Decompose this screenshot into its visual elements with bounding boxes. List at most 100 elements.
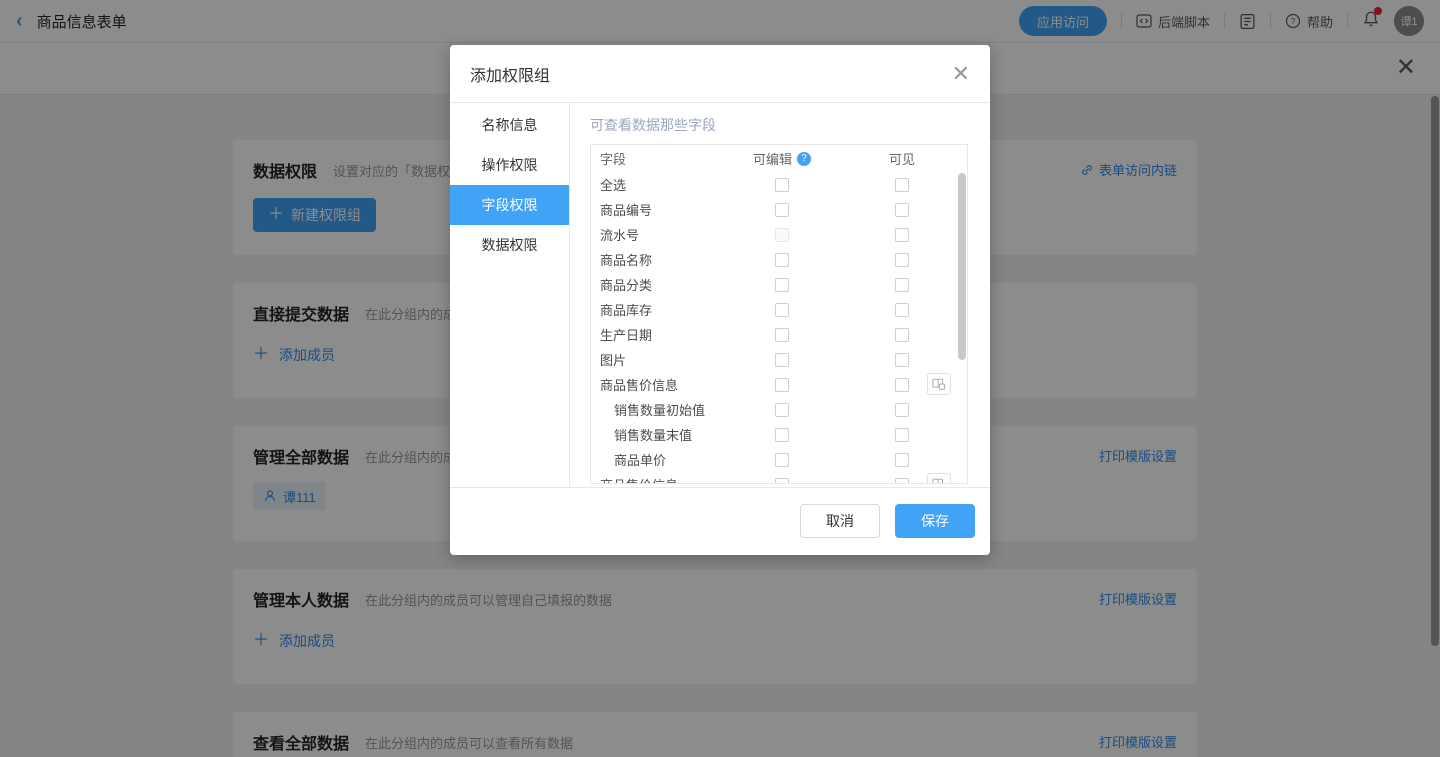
field-label: 商品售价信息: [600, 372, 678, 397]
editable-cell: [747, 378, 817, 392]
visible-checkbox[interactable]: [895, 403, 909, 417]
field-row: 图片: [591, 347, 967, 372]
visible-cell: [867, 228, 937, 242]
subform-icon-button[interactable]: [927, 473, 951, 484]
visible-cell: [867, 353, 937, 367]
editable-cell: [747, 178, 817, 192]
modal-close-icon[interactable]: ✕: [952, 63, 970, 85]
col-field: 字段: [600, 145, 626, 172]
field-table-body: 字段 可编辑 ? 可见 全选商品编号流水号商品名称商品分类商品库存生产日期图片商…: [591, 145, 967, 484]
editable-checkbox[interactable]: [775, 278, 789, 292]
panel-label: 可查看数据那些字段: [590, 115, 968, 135]
table-scrollbar[interactable]: [958, 146, 966, 484]
visible-checkbox[interactable]: [895, 353, 909, 367]
visible-checkbox[interactable]: [895, 328, 909, 342]
tab-data-permission[interactable]: 数据权限: [450, 225, 569, 265]
field-label: 全选: [600, 172, 626, 197]
modal-title: 添加权限组: [470, 62, 550, 86]
editable-checkbox[interactable]: [775, 403, 789, 417]
editable-cell: [747, 353, 817, 367]
cancel-button[interactable]: 取消: [800, 504, 880, 538]
visible-checkbox[interactable]: [895, 378, 909, 392]
table-scrollbar-thumb[interactable]: [958, 173, 966, 360]
field-table-header: 字段 可编辑 ? 可见: [591, 145, 967, 172]
tab-operation-permission[interactable]: 操作权限: [450, 145, 569, 185]
field-label: 商品库存: [600, 297, 652, 322]
help-question-icon[interactable]: ?: [797, 152, 811, 166]
field-label: 商品编号: [600, 197, 652, 222]
field-row: 商品分类: [591, 272, 967, 297]
editable-cell: [747, 278, 817, 292]
field-row: 销售数量初始值: [591, 397, 967, 422]
visible-checkbox[interactable]: [895, 253, 909, 267]
editable-checkbox: [775, 228, 789, 242]
col-editable-label: 可编辑: [753, 149, 792, 168]
modal-body: 名称信息 操作权限 字段权限 数据权限 可查看数据那些字段 字段 可编辑 ? 可…: [450, 103, 990, 487]
field-label: 商品分类: [600, 272, 652, 297]
field-row: 生产日期: [591, 322, 967, 347]
add-permission-group-modal: 添加权限组 ✕ 名称信息 操作权限 字段权限 数据权限 可查看数据那些字段 字段…: [450, 45, 990, 555]
visible-cell: [867, 403, 937, 417]
visible-cell: [867, 303, 937, 317]
visible-checkbox[interactable]: [895, 303, 909, 317]
tab-field-permission[interactable]: 字段权限: [450, 185, 569, 225]
field-label: 流水号: [600, 222, 639, 247]
field-label: 商品单价: [614, 447, 666, 472]
editable-checkbox[interactable]: [775, 478, 789, 485]
visible-checkbox[interactable]: [895, 203, 909, 217]
col-editable: 可编辑 ?: [747, 149, 817, 168]
editable-cell: [747, 328, 817, 342]
editable-checkbox[interactable]: [775, 453, 789, 467]
editable-cell: [747, 478, 817, 485]
subform-icon-button[interactable]: [927, 373, 951, 395]
field-row: 商品编号: [591, 197, 967, 222]
editable-checkbox[interactable]: [775, 303, 789, 317]
editable-checkbox[interactable]: [775, 203, 789, 217]
editable-cell: [747, 228, 817, 242]
field-row: 全选: [591, 172, 967, 197]
visible-cell: [867, 453, 937, 467]
field-label: 销售数量末值: [614, 422, 692, 447]
editable-checkbox[interactable]: [775, 178, 789, 192]
field-row: 商品名称: [591, 247, 967, 272]
editable-checkbox[interactable]: [775, 353, 789, 367]
visible-cell: [867, 253, 937, 267]
field-row: 销售数量末值: [591, 422, 967, 447]
field-label: 商品售价信息: [600, 472, 678, 484]
visible-checkbox[interactable]: [895, 478, 909, 485]
visible-cell: [867, 428, 937, 442]
visible-cell: [867, 328, 937, 342]
editable-cell: [747, 303, 817, 317]
visible-checkbox[interactable]: [895, 278, 909, 292]
editable-checkbox[interactable]: [775, 253, 789, 267]
modal-tabs: 名称信息 操作权限 字段权限 数据权限: [450, 103, 570, 487]
save-button[interactable]: 保存: [895, 504, 975, 538]
visible-checkbox[interactable]: [895, 178, 909, 192]
tab-name-info[interactable]: 名称信息: [450, 105, 569, 145]
modal-footer: 取消 保存: [450, 487, 990, 554]
editable-checkbox[interactable]: [775, 378, 789, 392]
editable-cell: [747, 453, 817, 467]
field-label: 商品名称: [600, 247, 652, 272]
field-row: 流水号: [591, 222, 967, 247]
fields-panel: 可查看数据那些字段 字段 可编辑 ? 可见 全选商品编号流水号商品名称商品分类商…: [570, 103, 990, 487]
visible-checkbox[interactable]: [895, 228, 909, 242]
col-visible: 可见: [867, 149, 937, 168]
visible-checkbox[interactable]: [895, 453, 909, 467]
field-row: 商品售价信息: [591, 472, 967, 484]
editable-cell: [747, 403, 817, 417]
editable-cell: [747, 428, 817, 442]
editable-checkbox[interactable]: [775, 428, 789, 442]
visible-cell: [867, 278, 937, 292]
field-table: 字段 可编辑 ? 可见 全选商品编号流水号商品名称商品分类商品库存生产日期图片商…: [590, 144, 968, 484]
visible-checkbox[interactable]: [895, 428, 909, 442]
modal-header: 添加权限组 ✕: [450, 45, 990, 103]
editable-checkbox[interactable]: [775, 328, 789, 342]
editable-cell: [747, 203, 817, 217]
field-row: 商品单价: [591, 447, 967, 472]
visible-cell: [867, 178, 937, 192]
field-label: 图片: [600, 347, 626, 372]
field-row: 商品库存: [591, 297, 967, 322]
visible-cell: [867, 203, 937, 217]
field-label: 生产日期: [600, 322, 652, 347]
